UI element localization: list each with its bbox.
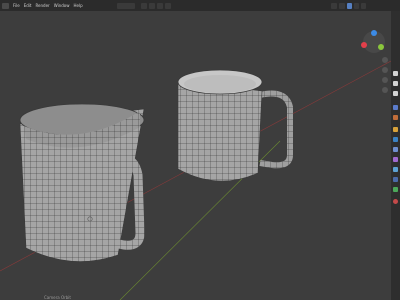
constraints-icon[interactable] xyxy=(393,177,398,182)
snap-icon[interactable] xyxy=(156,2,163,9)
menu-edit[interactable]: Edit xyxy=(24,3,32,8)
status-footer: Camera Orbit xyxy=(0,295,391,300)
menu-render[interactable]: Render xyxy=(35,3,49,8)
status-text: Camera Orbit xyxy=(44,295,71,300)
proportional-edit-icon[interactable] xyxy=(164,2,171,9)
menu-window[interactable]: Window xyxy=(54,3,70,8)
overlay-icon[interactable] xyxy=(330,2,337,9)
view-layer-icon[interactable] xyxy=(393,105,398,110)
material-shading-icon[interactable] xyxy=(353,2,359,9)
camera-icon[interactable] xyxy=(382,77,388,83)
physics-icon[interactable] xyxy=(393,167,398,172)
gizmo-x-icon[interactable] xyxy=(361,42,367,48)
world-icon[interactable] xyxy=(393,127,398,132)
particles-icon[interactable] xyxy=(393,157,398,162)
material-icon[interactable] xyxy=(393,199,398,204)
data-icon[interactable] xyxy=(393,187,398,192)
view-navigation-buttons xyxy=(382,57,388,93)
mode-dropdown[interactable] xyxy=(116,2,135,9)
gizmo-y-icon[interactable] xyxy=(378,44,384,50)
properties-tab-bar xyxy=(391,11,400,300)
output-icon[interactable] xyxy=(393,91,398,96)
object-icon[interactable] xyxy=(393,137,398,142)
render-icon[interactable] xyxy=(393,81,398,86)
mug-front xyxy=(19,103,145,262)
xray-icon[interactable] xyxy=(338,2,345,9)
transform-orientation-icon[interactable] xyxy=(140,2,147,9)
rendered-shading-icon[interactable] xyxy=(360,2,366,9)
pivot-icon[interactable] xyxy=(148,2,155,9)
modifier-icon[interactable] xyxy=(393,147,398,152)
solid-shading-icon[interactable] xyxy=(346,2,352,9)
navigation-gizmo[interactable] xyxy=(361,30,385,53)
gizmo-z-icon[interactable] xyxy=(371,30,377,36)
pan-icon[interactable] xyxy=(382,67,388,73)
3d-viewport[interactable]: Camera Orbit xyxy=(0,11,391,300)
menu-file[interactable]: File xyxy=(13,3,20,8)
editor-type-icon[interactable] xyxy=(2,2,9,9)
perspective-icon[interactable] xyxy=(382,87,388,93)
top-header: File Edit Render Window Help xyxy=(0,0,400,11)
zoom-icon[interactable] xyxy=(382,57,388,63)
mug-back xyxy=(177,69,293,182)
viewport-canvas xyxy=(0,60,391,300)
scene-icon[interactable] xyxy=(393,115,398,120)
tool-icon[interactable] xyxy=(393,71,398,76)
menu-help[interactable]: Help xyxy=(73,3,82,8)
